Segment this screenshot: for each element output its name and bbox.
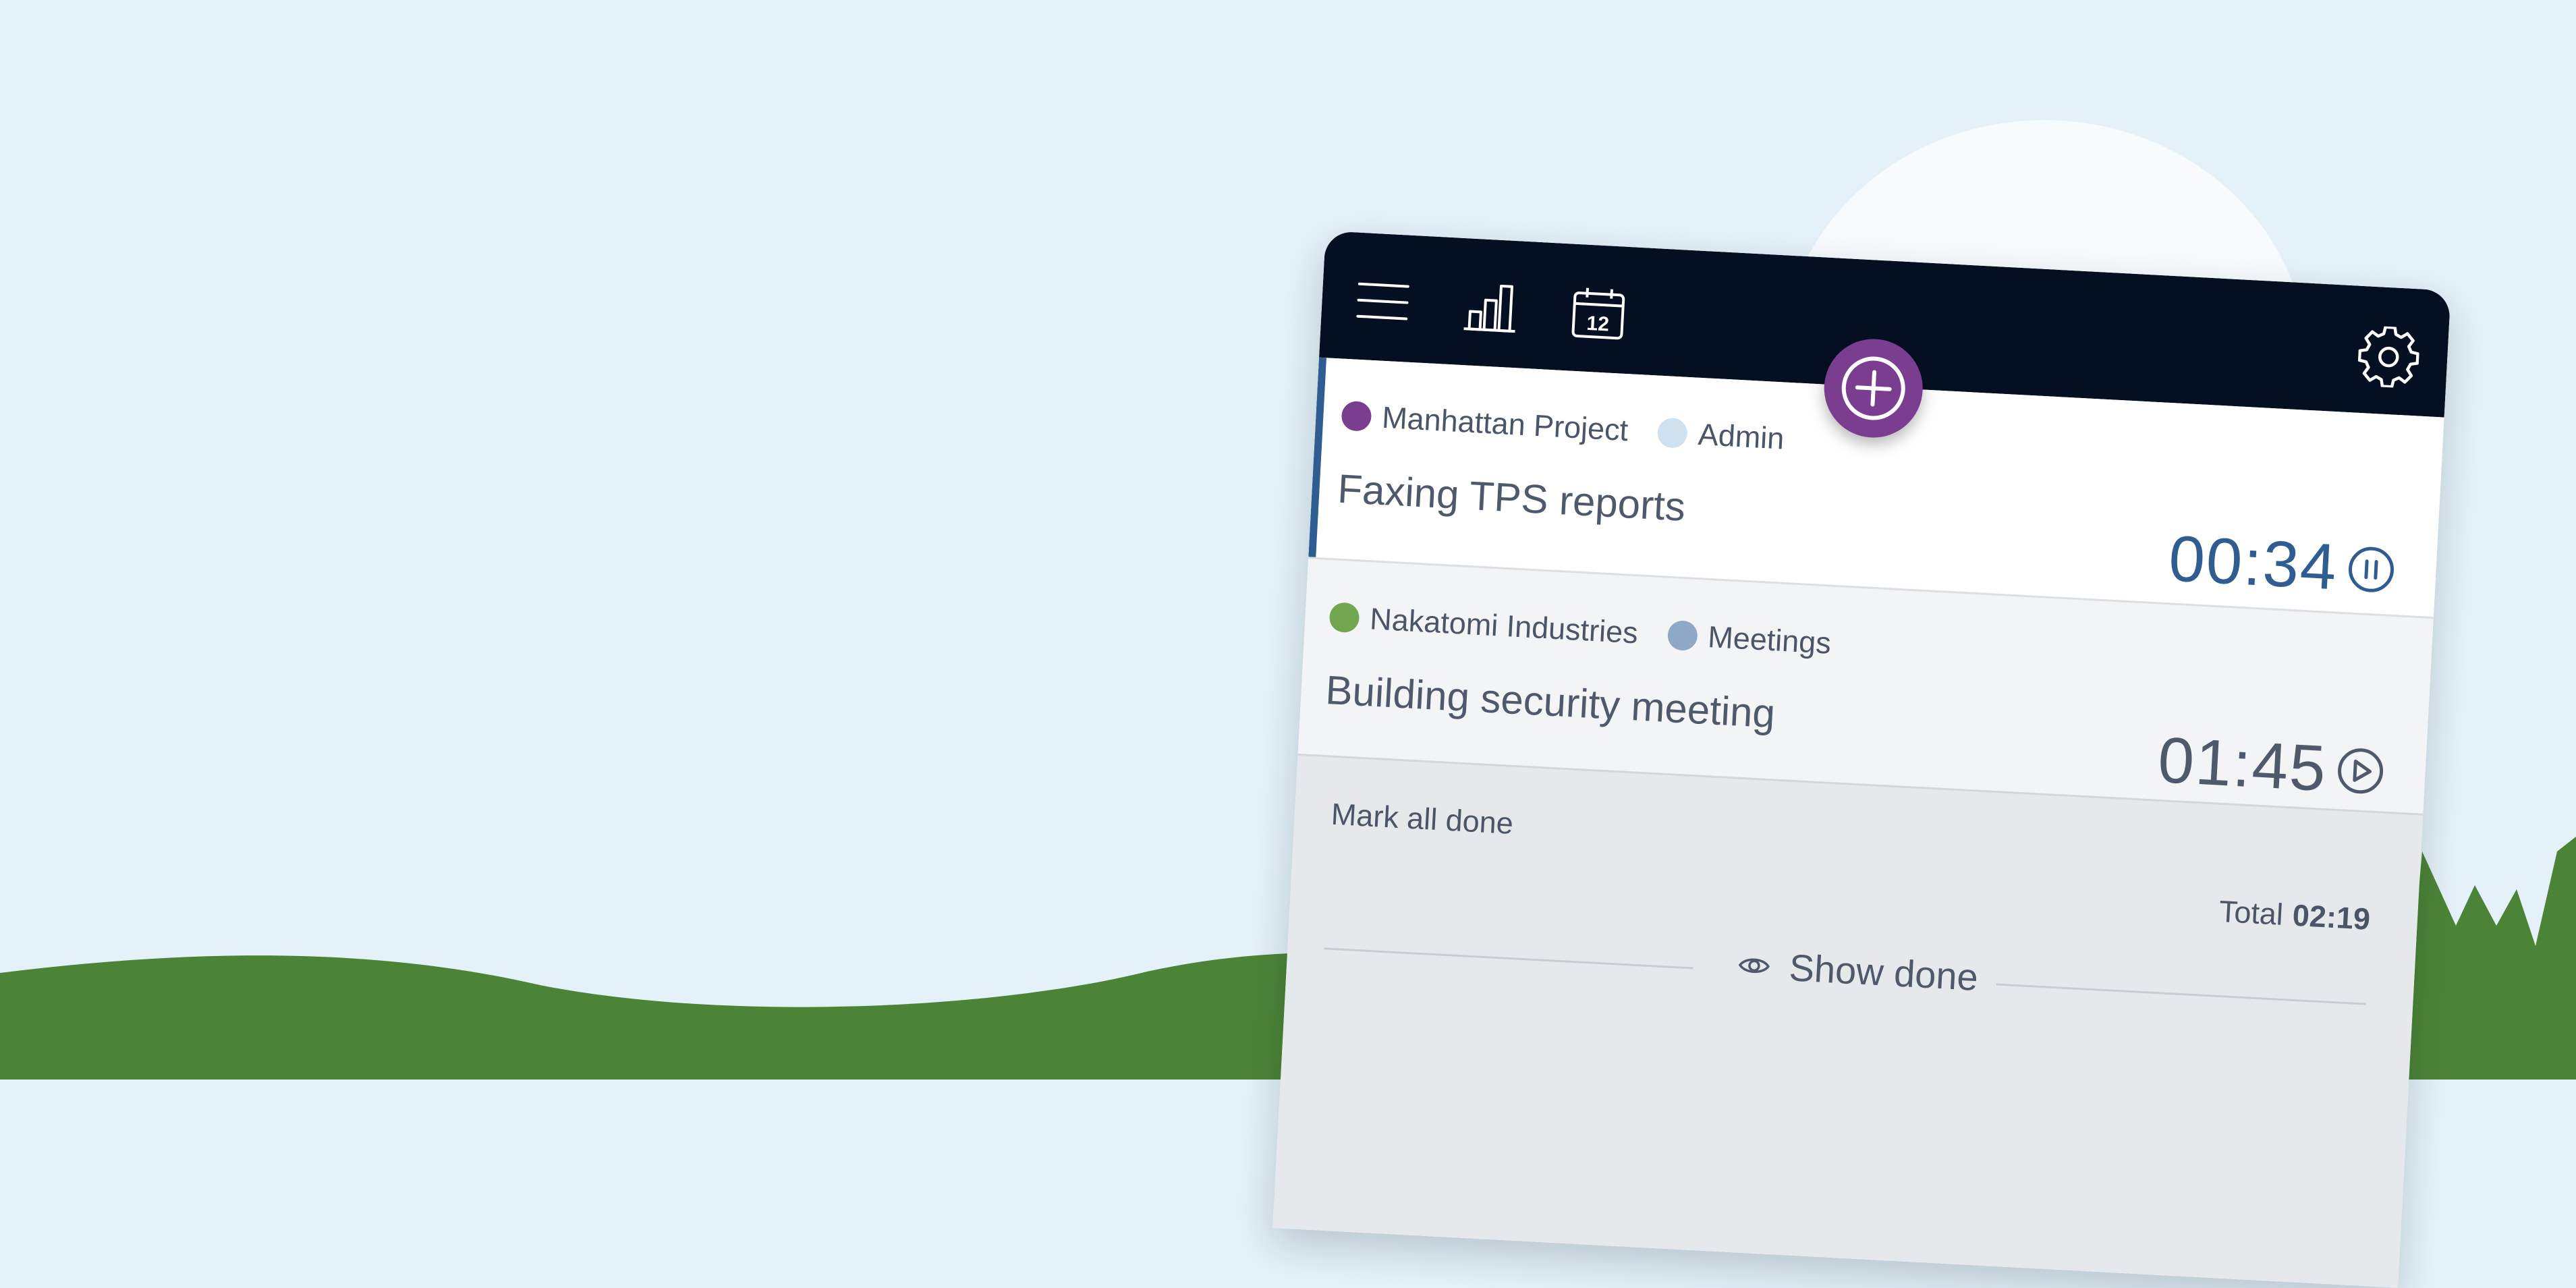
entry-tags: Manhattan Project Admin: [1341, 398, 1815, 458]
entry-time: 01:45: [2156, 723, 2329, 805]
total-label: Total: [2218, 893, 2285, 932]
client-name: Nakatomi Industries: [1369, 601, 1639, 650]
entry-time: 00:34: [2166, 522, 2340, 604]
total-value: 02:19: [2291, 897, 2372, 936]
eye-icon: [1738, 958, 1770, 973]
show-done-label: Show done: [1788, 946, 1980, 999]
category-name: Admin: [1697, 416, 1785, 456]
menu-icon[interactable]: [1354, 273, 1411, 330]
entry-timer: 00:34: [2167, 522, 2398, 608]
settings-gear-icon[interactable]: [2357, 325, 2421, 389]
category-name: Meetings: [1707, 619, 1832, 661]
play-icon[interactable]: [2335, 746, 2386, 797]
client-tag: Manhattan Project: [1341, 398, 1629, 449]
category-tag: Admin: [1656, 415, 1785, 457]
divider-line: [1324, 947, 1693, 970]
client-tag: Nakatomi Industries: [1328, 599, 1639, 650]
divider-line: [1996, 983, 2366, 1005]
client-color-dot: [1328, 602, 1360, 634]
calendar-icon[interactable]: 12: [1570, 285, 1627, 341]
client-name: Manhattan Project: [1381, 399, 1629, 448]
entry-tags: Nakatomi Industries Meetings: [1328, 599, 1861, 663]
plus-circle-icon: [1841, 356, 1905, 420]
entry-timer: 01:45: [2156, 723, 2387, 810]
total-time: Total 02:19: [2218, 894, 2372, 937]
pause-icon[interactable]: [2346, 544, 2397, 595]
show-done-button[interactable]: Show done: [1737, 943, 1979, 999]
category-color-dot: [1656, 417, 1689, 449]
svg-text:12: 12: [1586, 312, 1610, 336]
entry-title[interactable]: Building security meeting: [1324, 667, 1776, 737]
category-tag: Meetings: [1667, 617, 1832, 661]
entries-footer: Mark all done Total 02:19 Show done: [1272, 753, 2424, 1288]
entry-title[interactable]: Faxing TPS reports: [1337, 466, 1687, 530]
timer-app-window: 12 Manhattan Project Admin Faxing TPS re…: [1272, 231, 2451, 1288]
category-color-dot: [1667, 619, 1698, 652]
bar-chart-icon[interactable]: [1462, 279, 1519, 335]
client-color-dot: [1341, 400, 1372, 432]
mark-all-done-button[interactable]: Mark all done: [1331, 797, 1514, 841]
